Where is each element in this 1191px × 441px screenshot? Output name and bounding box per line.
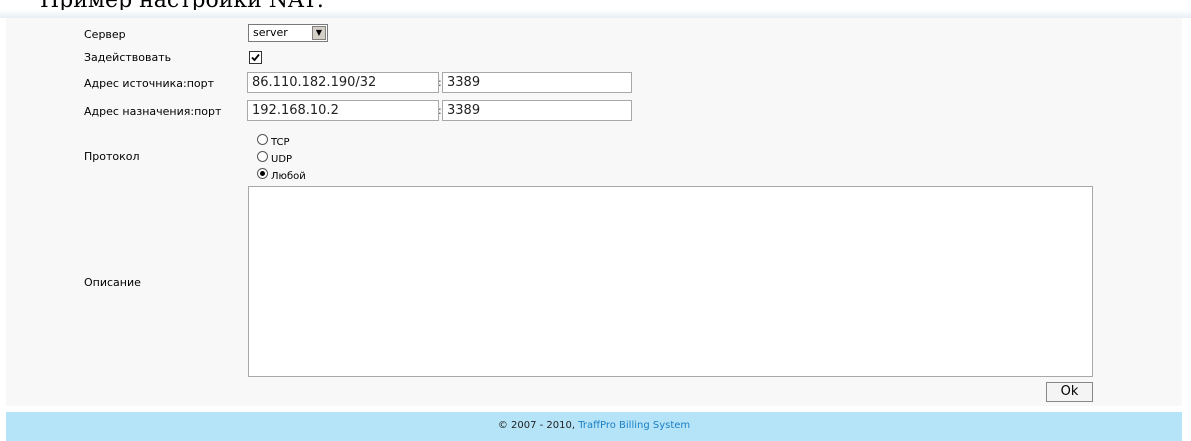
protocol-radio-tcp[interactable] <box>257 134 268 145</box>
server-select-value: server <box>253 26 288 39</box>
copyright-text: © 2007 - 2010, <box>497 420 579 431</box>
top-divider <box>0 10 1191 18</box>
dest-address-label: Адрес назначения:порт <box>84 105 222 118</box>
source-address-label: Адрес источника:порт <box>84 77 215 90</box>
enable-label: Задействовать <box>84 51 172 64</box>
description-textarea[interactable] <box>248 186 1093 377</box>
protocol-radio-udp[interactable] <box>257 151 268 162</box>
protocol-radio-tcp-label: TCP <box>271 137 290 148</box>
server-select[interactable]: server ▼ <box>248 24 328 42</box>
footer-text: © 2007 - 2010, TraffPro Billing System <box>6 420 1182 431</box>
protocol-label: Протокол <box>84 150 140 163</box>
ok-button[interactable]: Ok <box>1046 382 1093 402</box>
traffpro-link[interactable]: TraffPro Billing System <box>578 420 690 431</box>
enable-checkbox[interactable] <box>249 51 262 64</box>
footer: © 2007 - 2010, TraffPro Billing System <box>6 412 1182 441</box>
chevron-down-icon[interactable]: ▼ <box>312 26 326 40</box>
checkmark-icon <box>251 53 260 62</box>
top-strip: Пример настройки NAT: <box>0 0 1191 20</box>
dest-port-input[interactable]: 3389 <box>442 100 632 121</box>
protocol-radio-any-label: Любой <box>271 171 306 182</box>
dest-address-input[interactable]: 192.168.10.2 <box>247 100 439 121</box>
protocol-radio-any[interactable] <box>257 168 268 179</box>
description-label: Описание <box>84 276 141 289</box>
protocol-radio-udp-label: UDP <box>271 154 293 165</box>
source-port-input[interactable]: 3389 <box>442 72 632 93</box>
source-address-input[interactable]: 86.110.182.190/32 <box>247 72 439 93</box>
server-label: Сервер <box>84 28 126 41</box>
